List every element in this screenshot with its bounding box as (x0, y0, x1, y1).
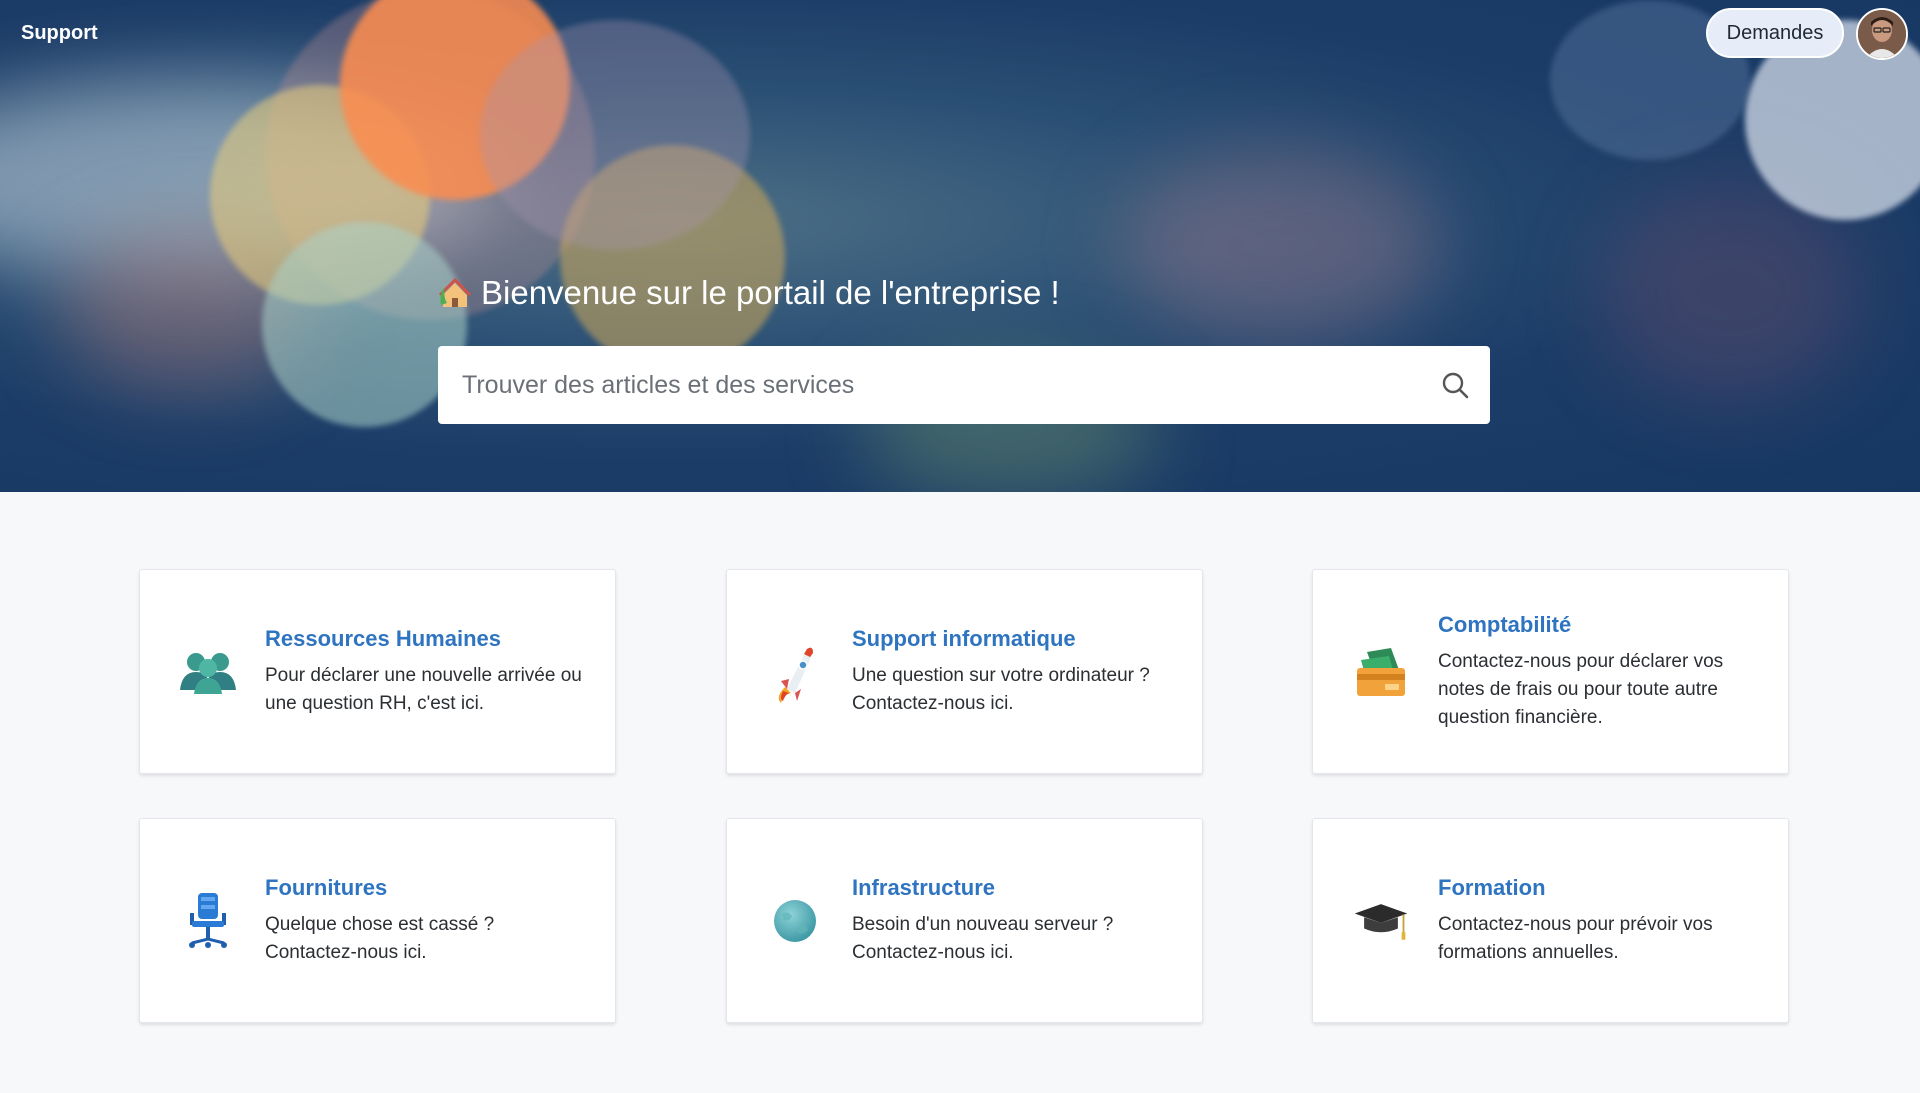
card-title[interactable]: Formation (1438, 875, 1762, 901)
user-avatar[interactable] (1856, 8, 1908, 60)
card-description: Contactez-nous pour déclarer vos notes d… (1438, 650, 1724, 728)
search-button[interactable] (1420, 346, 1490, 424)
card-description: Besoin d'un nouveau serveur ? Contactez-… (852, 913, 1114, 963)
office-chair-icon (189, 892, 227, 948)
bokeh-circle (262, 222, 467, 427)
rocket-icon (778, 647, 813, 703)
card-description: Quelque chose est cassé ? Contactez-nous… (265, 913, 495, 963)
card-title[interactable]: Infrastructure (852, 875, 1176, 901)
card-description: Contactez-nous pour prévoir vos formatio… (1438, 913, 1713, 963)
hero-banner: Support Demandes Bienvenue sur le portai… (0, 0, 1920, 492)
card-description: Pour déclarer une nouvelle arrivée ou un… (265, 664, 582, 714)
hero-haze (1120, 150, 1440, 340)
graduation-cap-icon (1354, 903, 1408, 940)
category-card-training[interactable]: Formation Contactez-nous pour prévoir vo… (1312, 818, 1789, 1023)
search-icon (1442, 372, 1469, 399)
card-description: Une question sur votre ordinateur ? Cont… (852, 664, 1150, 714)
category-card-infrastructure[interactable]: Infrastructure Besoin d'un nouveau serve… (726, 818, 1203, 1023)
welcome-heading: Bienvenue sur le portail de l'entreprise… (437, 274, 1060, 312)
money-icon (1357, 647, 1405, 696)
card-title[interactable]: Support informatique (852, 626, 1176, 652)
category-card-rh[interactable]: Ressources Humaines Pour déclarer une no… (139, 569, 616, 774)
category-card-supplies[interactable]: Fournitures Quelque chose est cassé ? Co… (139, 818, 616, 1023)
search-input[interactable] (438, 346, 1420, 424)
category-card-it-support[interactable]: Support informatique Une question sur vo… (726, 569, 1203, 774)
card-title[interactable]: Ressources Humaines (265, 626, 589, 652)
search-bar (438, 346, 1490, 424)
category-card-accounting[interactable]: Comptabilité Contactez-nous pour déclare… (1312, 569, 1789, 774)
bokeh-circle (480, 20, 750, 250)
globe-icon (774, 899, 816, 942)
requests-button[interactable]: Demandes (1706, 8, 1844, 58)
brand-link[interactable]: Support (21, 22, 98, 45)
card-title[interactable]: Comptabilité (1438, 612, 1762, 638)
house-icon (438, 277, 472, 307)
people-icon (180, 652, 236, 694)
welcome-text: Bienvenue sur le portail de l'entreprise… (481, 274, 1060, 311)
card-title[interactable]: Fournitures (265, 875, 589, 901)
avatar-image (1858, 10, 1906, 58)
